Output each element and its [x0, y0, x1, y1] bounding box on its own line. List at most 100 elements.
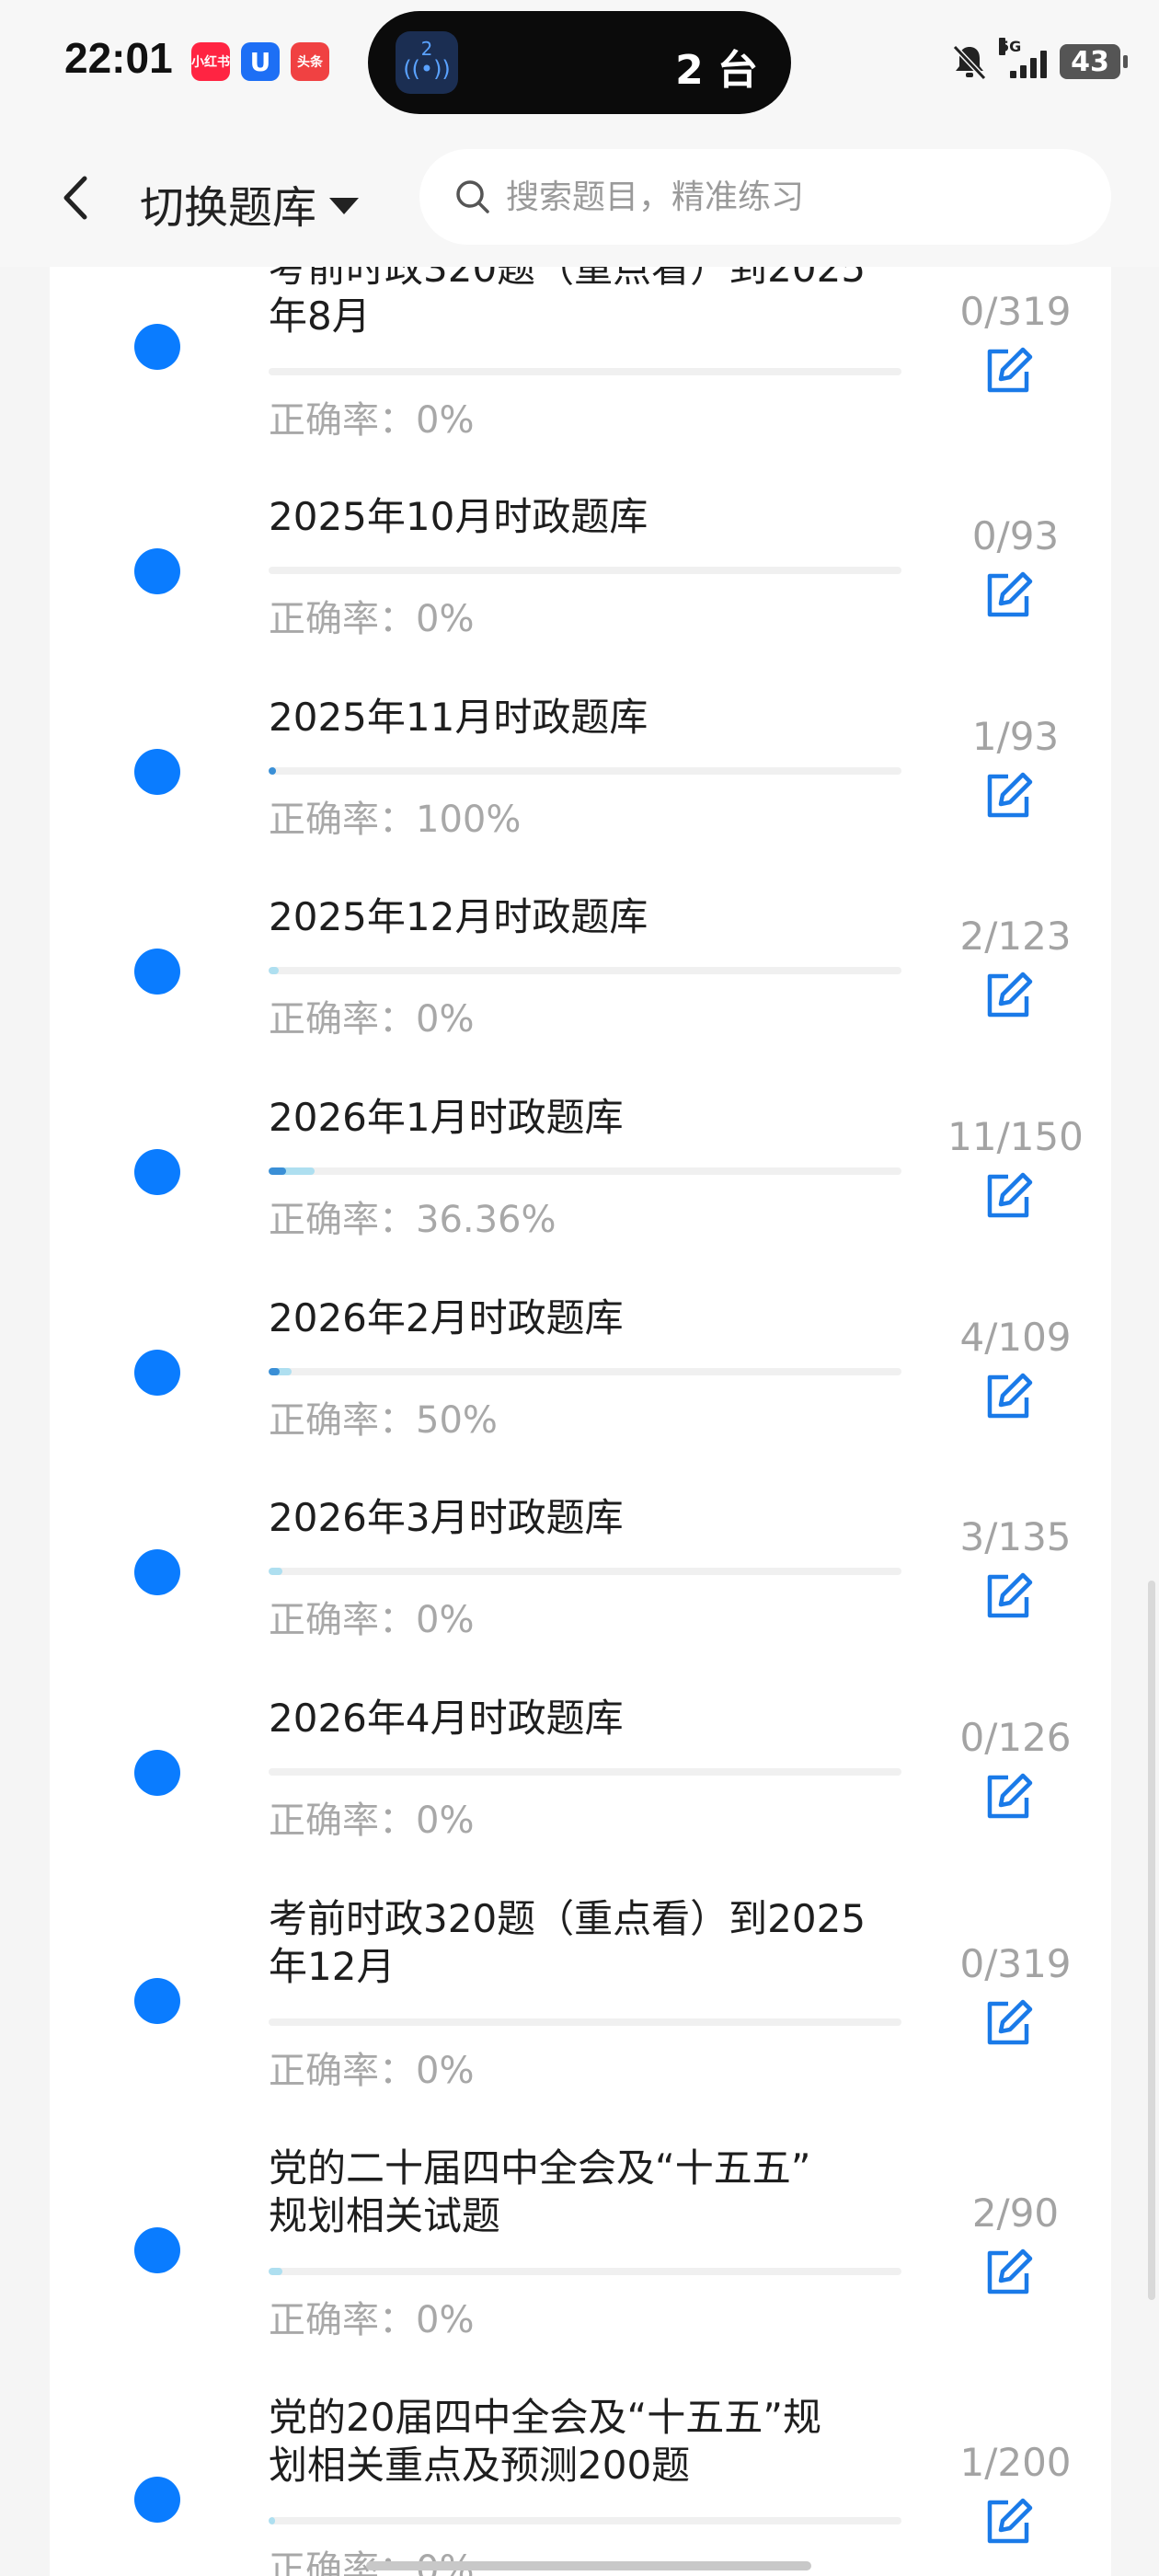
- item-title: 2025年12月时政题库: [269, 893, 912, 941]
- bullet-dot: [134, 324, 180, 370]
- item-title-line1: 2025年12月时政题库: [269, 894, 648, 939]
- item-title-line1: 2026年4月时政题库: [269, 1696, 624, 1741]
- edit-icon[interactable]: [981, 569, 1036, 624]
- bullet-dot: [134, 1549, 180, 1595]
- dynamic-island[interactable]: 2 ((•)) 2 台: [368, 11, 791, 114]
- edit-icon[interactable]: [981, 2495, 1036, 2550]
- search-bar[interactable]: [419, 149, 1111, 245]
- bullet-dot: [134, 949, 180, 995]
- edit-icon[interactable]: [981, 769, 1036, 824]
- accuracy-text: 正确率：0%: [269, 399, 475, 442]
- accuracy-text: 正确率：0%: [269, 1599, 475, 1641]
- progress-bar: [269, 967, 901, 974]
- item-title-line1: 2025年10月时政题库: [269, 494, 648, 539]
- question-bank-list: 考前时政320题（重点看）到2025 年8月 正确率：0% 0/319 2025…: [50, 267, 1111, 2576]
- edit-icon[interactable]: [981, 1370, 1036, 1425]
- accuracy-text: 正确率：0%: [269, 2299, 475, 2341]
- back-arrow-icon[interactable]: [50, 166, 105, 230]
- item-title: 2026年2月时政题库: [269, 1294, 912, 1342]
- item-title-line2: 划相关重点及预测200题: [269, 2443, 691, 2488]
- progress-count: 2/123: [959, 914, 1072, 959]
- bullet-dot: [134, 1350, 180, 1396]
- accuracy-text: 正确率：36.36%: [269, 1199, 557, 1241]
- progress-count: 2/90: [971, 2191, 1060, 2236]
- edit-icon[interactable]: [981, 969, 1036, 1024]
- progress-bar: [269, 2268, 901, 2275]
- item-title: 2026年3月时政题库: [269, 1494, 912, 1542]
- accuracy-text: 正确率：0%: [269, 1800, 475, 1842]
- progress-bar: [269, 1768, 901, 1776]
- progress-count: 1/200: [959, 2440, 1072, 2485]
- item-title-line2: 规划相关试题: [269, 2193, 501, 2238]
- edit-icon[interactable]: [981, 344, 1036, 399]
- broadcast-icon: 2 ((•)): [396, 31, 458, 94]
- battery-icon: 43: [1060, 44, 1128, 79]
- status-bar: 22:01 小红书 U 头条 2 ((•)) 2 台 5G 43: [0, 0, 1159, 129]
- progress-bar: [269, 567, 901, 574]
- item-title: 2026年4月时政题库: [269, 1695, 912, 1742]
- scrollbar[interactable]: [1148, 1581, 1155, 2300]
- accuracy-text: 正确率：0%: [269, 2050, 475, 2092]
- progress-bar: [269, 1167, 901, 1175]
- item-title: 2025年11月时政题库: [269, 694, 912, 742]
- search-icon: [456, 180, 489, 213]
- signal-strength-icon: 5G: [999, 38, 1047, 78]
- progress-bar: [269, 1368, 901, 1375]
- item-title-line2: 年12月: [269, 1944, 396, 1989]
- edit-icon[interactable]: [981, 1996, 1036, 2052]
- edit-icon[interactable]: [981, 2246, 1036, 2301]
- item-title-line1: 2026年2月时政题库: [269, 1295, 624, 1340]
- item-title: 考前时政320题（重点看）到2025 年12月: [269, 1895, 912, 1991]
- progress-count: 4/109: [959, 1315, 1072, 1360]
- bullet-dot: [134, 1149, 180, 1195]
- network-type: 5G: [999, 38, 1022, 55]
- progress-bar: [269, 2517, 901, 2524]
- home-indicator[interactable]: [366, 2561, 811, 2570]
- switch-label: 切换题库: [140, 182, 317, 234]
- progress-bar: [269, 767, 901, 775]
- progress-count: 0/319: [959, 289, 1072, 334]
- accuracy-text: 正确率：50%: [269, 1399, 498, 1442]
- item-title-line1: 2025年11月时政题库: [269, 695, 648, 740]
- bullet-dot: [134, 749, 180, 795]
- progress-count: 1/93: [971, 714, 1060, 759]
- progress-count: 11/150: [947, 1114, 1084, 1159]
- item-title-line1: 2026年3月时政题库: [269, 1495, 624, 1540]
- item-title: 2026年1月时政题库: [269, 1094, 912, 1142]
- item-title: 党的二十届四中全会及“十五五” 规划相关试题: [269, 2145, 912, 2240]
- progress-count: 0/319: [959, 1941, 1072, 1986]
- progress-count: 3/135: [959, 1514, 1072, 1559]
- toutiao-app-icon: 头条: [291, 42, 329, 81]
- item-title-line1: 2026年1月时政题库: [269, 1095, 624, 1140]
- top-header: 切换题库: [0, 129, 1159, 267]
- bullet-dot: [134, 1750, 180, 1796]
- system-indicators: 5G 43: [949, 38, 1128, 85]
- caret-down-icon: [329, 198, 360, 214]
- item-title: 2025年10月时政题库: [269, 493, 912, 541]
- edit-icon[interactable]: [981, 1570, 1036, 1625]
- bullet-dot: [134, 2477, 180, 2523]
- edit-icon[interactable]: [981, 1169, 1036, 1225]
- switch-question-bank-dropdown[interactable]: 切换题库: [140, 171, 360, 236]
- bell-muted-icon: [952, 44, 987, 81]
- item-title: 党的20届四中全会及“十五五”规 划相关重点及预测200题: [269, 2394, 912, 2490]
- progress-bar: [269, 2018, 901, 2026]
- accuracy-text: 正确率：100%: [269, 799, 522, 841]
- search-input[interactable]: [504, 177, 1060, 217]
- progress-bar: [269, 1568, 901, 1575]
- bullet-dot: [134, 1978, 180, 2024]
- accuracy-text: 正确率：0%: [269, 2539, 474, 2576]
- item-title-line1: 党的二十届四中全会及“十五五”: [269, 2145, 811, 2191]
- accuracy-text: 正确率：0%: [269, 998, 475, 1041]
- bullet-dot: [134, 2227, 180, 2273]
- status-time: 22:01: [64, 34, 173, 82]
- u-app-icon: U: [241, 42, 280, 81]
- progress-count: 0/93: [971, 513, 1060, 558]
- item-title-line1: 考前时政320题（重点看）到2025: [269, 267, 866, 291]
- battery-level: 43: [1071, 45, 1109, 78]
- accuracy-text: 正确率：0%: [269, 598, 475, 640]
- xiaohongshu-app-icon: 小红书: [191, 42, 230, 81]
- edit-icon[interactable]: [981, 1770, 1036, 1825]
- island-text: 2 台: [675, 47, 758, 94]
- progress-count: 0/126: [959, 1715, 1072, 1760]
